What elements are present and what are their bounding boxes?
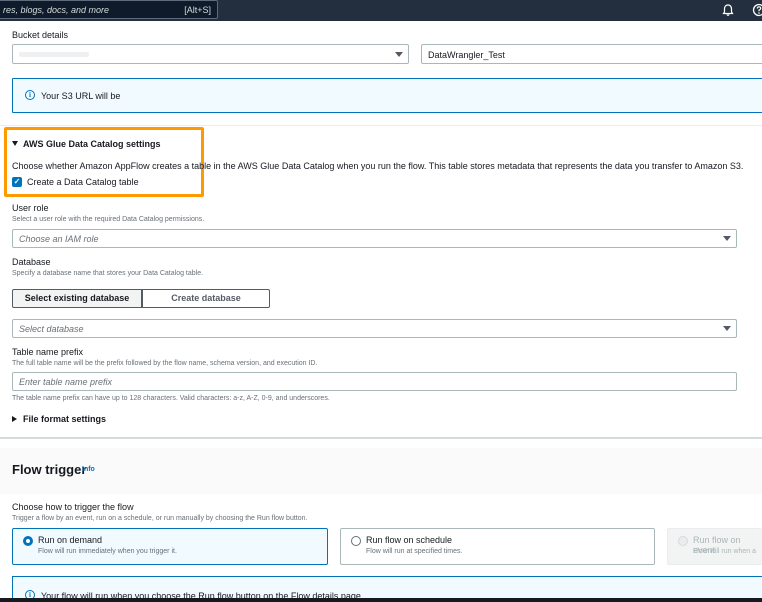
caret-down-icon [723,326,731,331]
bucket-prefix-input[interactable]: DataWrangler_Test [421,44,762,64]
user-role-label: User role [12,203,49,213]
trigger-option-desc: Flow will run when a [693,548,757,555]
bell-icon[interactable] [721,3,735,17]
trigger-choice-label: Choose how to trigger the flow [12,502,134,512]
database-select[interactable]: Select database [12,319,737,338]
create-catalog-table-label[interactable]: Create a Data Catalog table [27,177,139,187]
info-icon: i [25,90,35,100]
glue-settings-title: AWS Glue Data Catalog settings [23,139,161,149]
table-prefix-constraint: The table name prefix can have up to 128… [12,395,330,402]
help-circle-icon[interactable] [752,3,762,17]
trigger-option-desc: Flow will run at specified times. [366,548,463,555]
bucket-name-value [19,52,89,57]
bottom-edge-bar [0,598,762,602]
radio-selected[interactable] [23,536,33,546]
flow-trigger-info-link[interactable]: Info [82,466,95,473]
radio-disabled [678,536,688,546]
bucket-details-label: Bucket details [12,30,69,40]
top-nav-bar: res, blogs, docs, and more [Alt+S] [0,0,762,21]
trigger-option-desc: Flow will run immediately when you trigg… [38,548,177,555]
trigger-option-label: Run on demand [38,535,103,545]
caret-down-icon [395,52,403,57]
create-catalog-table-checkbox[interactable]: ✓ [12,177,22,187]
glue-settings-description: Choose whether Amazon AppFlow creates a … [12,161,744,171]
trigger-option-run-on-event: Run flow on event Flow will run when a [667,528,762,565]
trigger-option-run-on-demand[interactable]: Run on demand Flow will run immediately … [12,528,328,565]
trigger-option-run-on-schedule[interactable]: Run flow on schedule Flow will run at sp… [340,528,655,565]
flow-trigger-title: Flow trigger [12,462,87,477]
file-format-expander[interactable]: File format settings [12,414,106,424]
trigger-option-label: Run flow on schedule [366,535,453,545]
user-role-placeholder: Choose an IAM role [19,234,99,244]
global-search-input[interactable]: res, blogs, docs, and more [Alt+S] [0,0,218,19]
table-prefix-hint: The full table name will be the prefix f… [12,360,318,367]
section-divider [0,437,762,439]
bucket-prefix-value: DataWrangler_Test [428,50,505,60]
radio-unselected[interactable] [351,536,361,546]
caret-down-icon [723,236,731,241]
tab-select-existing-database[interactable]: Select existing database [12,289,142,308]
user-role-select[interactable]: Choose an IAM role [12,229,737,248]
search-shortcut-hint: [Alt+S] [184,5,211,15]
table-prefix-placeholder: Enter table name prefix [19,377,113,387]
bucket-name-select[interactable] [12,44,409,64]
database-hint: Specify a database name that stores your… [12,270,204,277]
trigger-choice-hint: Trigger a flow by an event, run on a sch… [12,515,308,522]
tab-create-database[interactable]: Create database [142,289,270,308]
caret-down-icon [12,141,18,146]
s3-url-text: Your S3 URL will be [41,91,121,101]
search-placeholder: res, blogs, docs, and more [3,5,110,15]
flow-trigger-header [0,448,762,494]
file-format-label: File format settings [23,414,107,424]
s3-url-info-box: i Your S3 URL will be [12,78,762,113]
glue-settings-expander[interactable]: AWS Glue Data Catalog settings [12,139,161,149]
section-divider [0,125,762,126]
database-placeholder: Select database [19,324,84,334]
table-prefix-label: Table name prefix [12,347,84,357]
user-role-hint: Select a user role with the required Dat… [12,216,205,223]
caret-right-icon [12,416,17,422]
database-label: Database [12,257,51,267]
table-prefix-input[interactable]: Enter table name prefix [12,372,737,391]
